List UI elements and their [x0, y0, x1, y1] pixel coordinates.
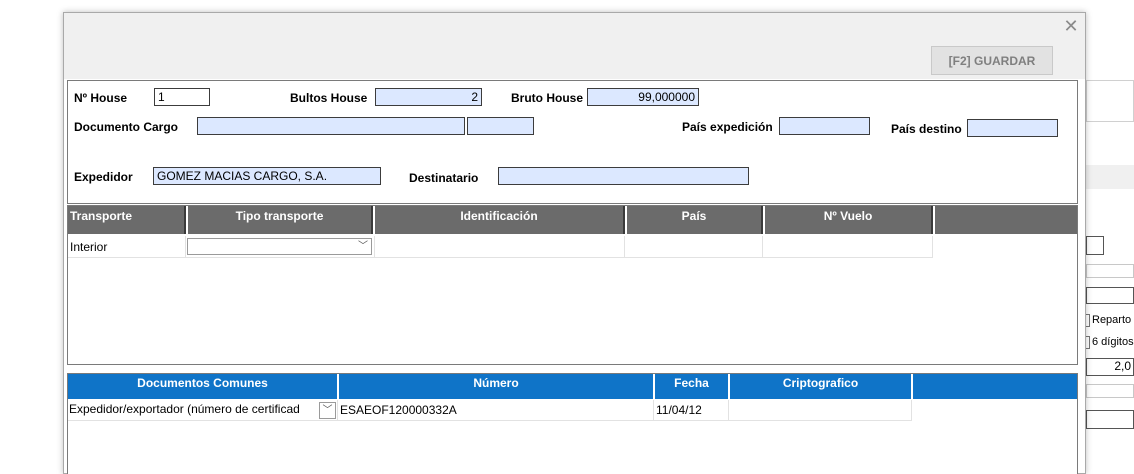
- table-row-cell-numero[interactable]: ESAEOF120000332A: [338, 400, 654, 421]
- bg-field-3[interactable]: [1086, 287, 1134, 304]
- table-row-cell-transporte[interactable]: Interior: [68, 236, 186, 258]
- col-header-criptografico[interactable]: Criptografico: [730, 374, 912, 399]
- col-header-fecha[interactable]: Fecha: [655, 374, 729, 399]
- bg-field[interactable]: [1086, 236, 1104, 255]
- col-header-identificacion[interactable]: Identificación: [375, 206, 625, 234]
- table-row-cell-criptografico[interactable]: [729, 400, 912, 421]
- table-row-cell-tipo[interactable]: ﹀: [186, 236, 375, 258]
- table-row-cell-fecha[interactable]: 11/04/12: [654, 400, 729, 421]
- close-icon[interactable]: ✕: [1062, 17, 1080, 35]
- documento-cargo-input-2[interactable]: [467, 117, 534, 135]
- chevron-down-icon[interactable]: ﹀: [319, 402, 336, 419]
- table-row-cell-pais[interactable]: [625, 236, 763, 258]
- chevron-down-icon[interactable]: ﹀: [355, 239, 371, 254]
- col-header-filler-2: [913, 374, 1077, 399]
- bruto-house-input[interactable]: 99,000000: [587, 88, 699, 106]
- bg-panel: [1086, 80, 1134, 122]
- pais-destino-input[interactable]: [967, 119, 1058, 137]
- bruto-house-label: Bruto House: [511, 91, 583, 105]
- documento-cargo-label: Documento Cargo: [74, 120, 179, 134]
- col-header-numero[interactable]: Número: [339, 374, 654, 399]
- dialog-title-bar: [64, 13, 1085, 41]
- table-row-cell-vuelo[interactable]: [763, 236, 933, 258]
- pais-expedicion-label: País expedición: [682, 120, 773, 134]
- col-header-tipo-transporte[interactable]: Tipo transporte: [188, 206, 373, 234]
- save-button[interactable]: [F2] GUARDAR: [931, 46, 1053, 75]
- pais-destino-label: País destino: [891, 122, 962, 136]
- bultos-house-label: Bultos House: [290, 91, 368, 105]
- house-number-label: Nº House: [74, 91, 128, 105]
- pais-expedicion-input[interactable]: [779, 117, 870, 135]
- bg-band: [1086, 165, 1134, 189]
- col-header-documentos-comunes[interactable]: Documentos Comunes: [68, 374, 338, 399]
- bultos-house-input[interactable]: 2: [375, 88, 482, 106]
- col-header-transporte[interactable]: Transporte: [68, 206, 186, 234]
- bg-reparto-label: Reparto: [1092, 314, 1132, 326]
- tipo-transporte-dropdown[interactable]: ﹀: [187, 238, 372, 255]
- bg-field-4[interactable]: [1086, 384, 1134, 398]
- bg-field-2[interactable]: [1086, 264, 1134, 278]
- destinatario-label: Destinatario: [409, 171, 479, 185]
- house-number-input[interactable]: 1: [154, 88, 210, 106]
- destinatario-input[interactable]: [498, 167, 749, 185]
- expedidor-label: Expedidor: [74, 170, 133, 184]
- col-header-pais[interactable]: País: [627, 206, 763, 234]
- bg-digitos-label: 6 dígitos: [1092, 336, 1134, 348]
- col-header-filler: [935, 206, 1077, 234]
- table-row-cell-documento[interactable]: Expedidor/exportador (número de certific…: [68, 400, 338, 421]
- bg-field-5[interactable]: [1086, 410, 1134, 429]
- documento-comun-value: Expedidor/exportador (número de certific…: [69, 402, 300, 416]
- table-row-cell-identificacion[interactable]: [375, 236, 625, 258]
- bg-value-field[interactable]: 2,0: [1086, 358, 1134, 376]
- col-header-vuelo[interactable]: Nº Vuelo: [765, 206, 933, 234]
- expedidor-input[interactable]: GOMEZ MACIAS CARGO, S.A.: [153, 167, 381, 185]
- documento-cargo-input[interactable]: [197, 117, 465, 135]
